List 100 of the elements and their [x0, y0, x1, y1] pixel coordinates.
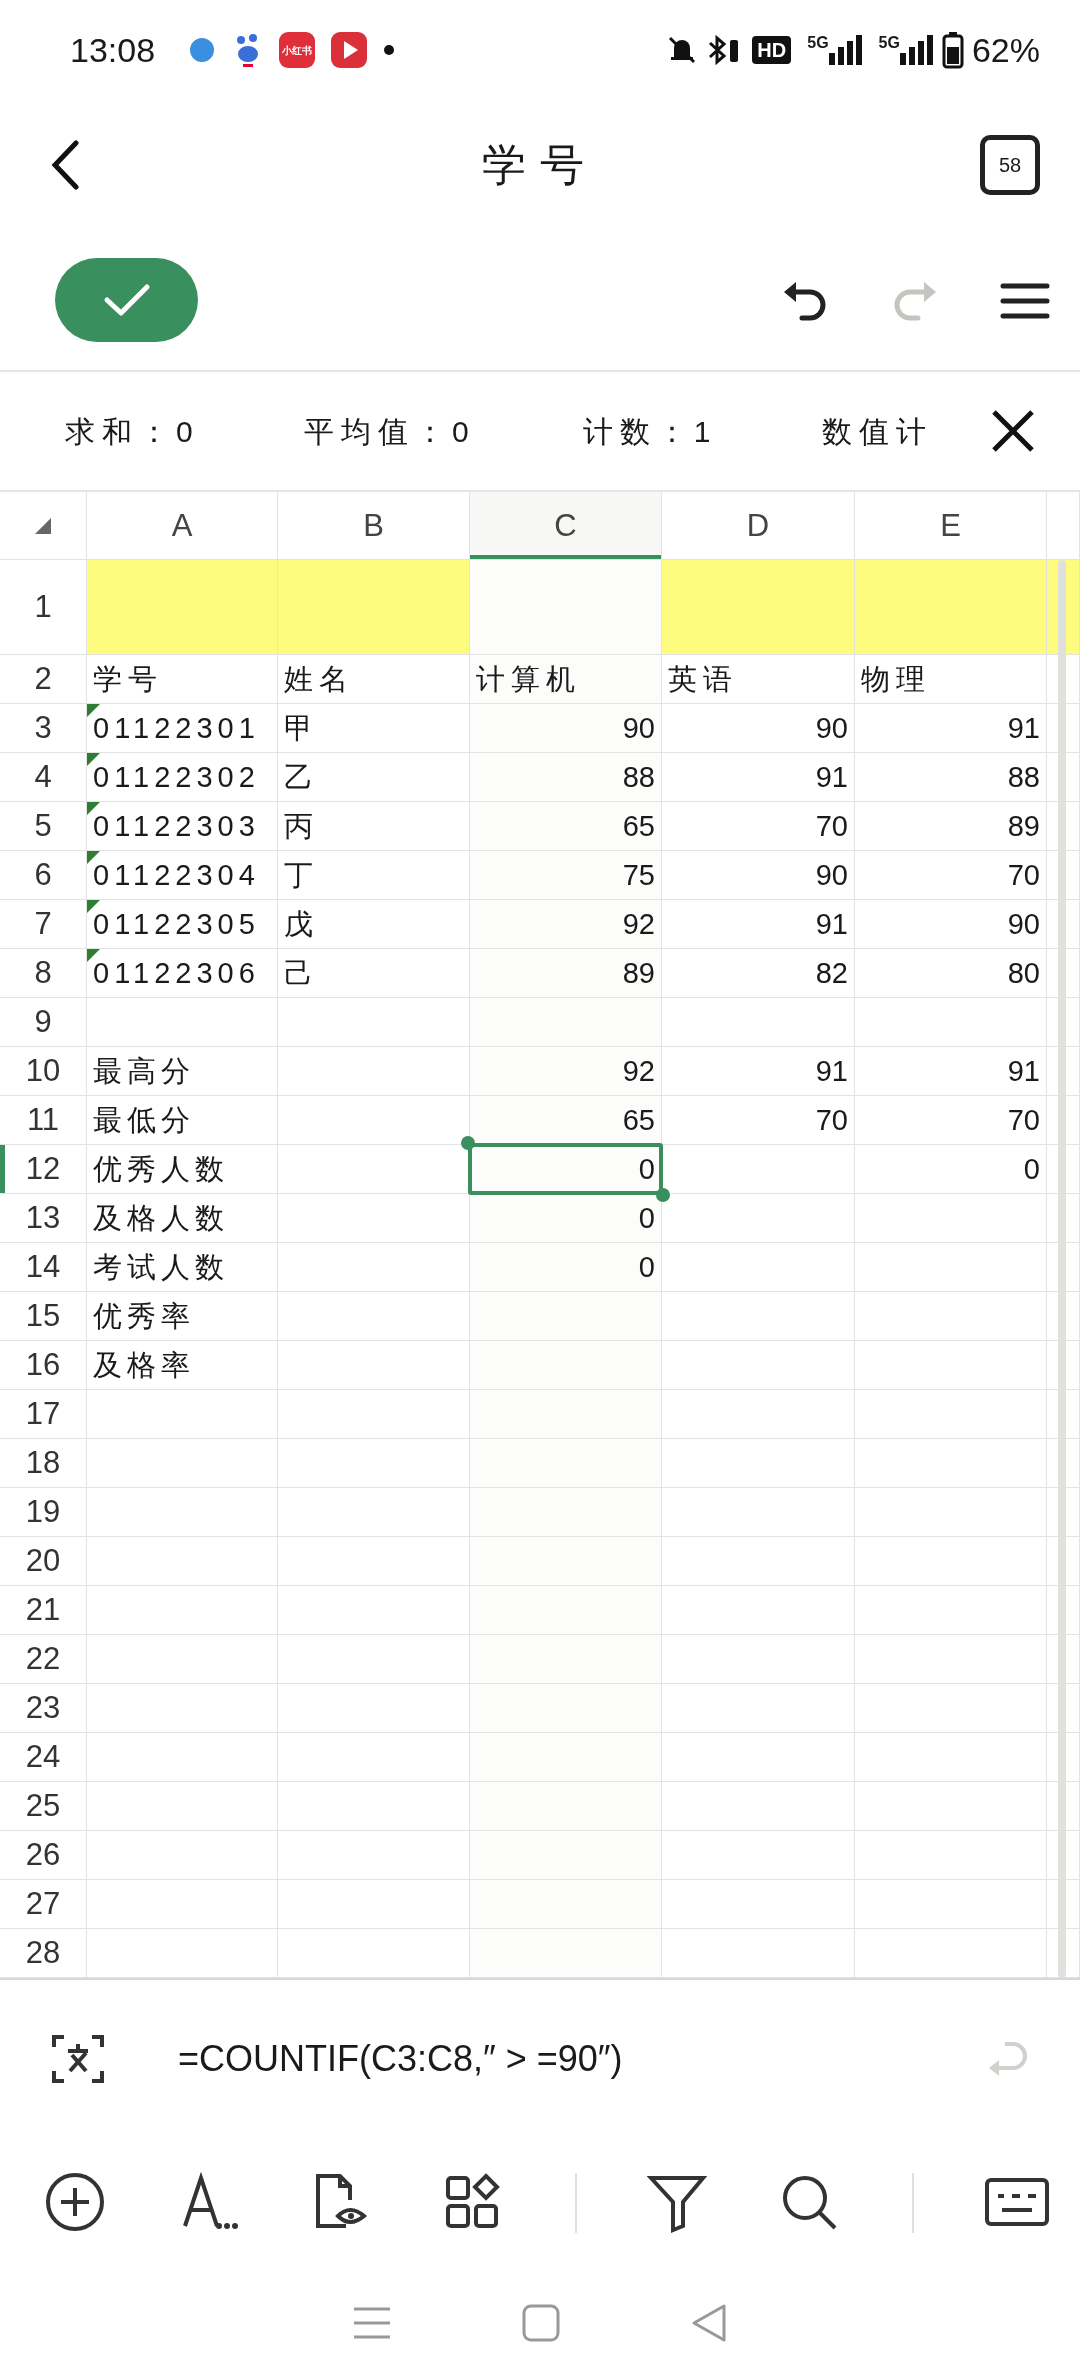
table-cell: 0	[470, 1243, 662, 1292]
row-header[interactable]: 5	[0, 802, 87, 851]
table-cell: 及格率	[87, 1341, 278, 1390]
home-icon[interactable]	[522, 2304, 560, 2342]
column-header[interactable]: B	[278, 492, 470, 560]
table-cell: 70	[662, 802, 855, 851]
back-nav-icon[interactable]	[690, 2303, 728, 2343]
summary-stat: 求和：0	[65, 413, 201, 450]
row-header[interactable]: 25	[0, 1782, 87, 1831]
table-cell: 0	[470, 1194, 662, 1243]
row-header[interactable]: 3	[0, 704, 87, 753]
table-cell: 0	[855, 1145, 1047, 1194]
recent-apps-icon[interactable]	[352, 2306, 392, 2340]
row-header[interactable]: 23	[0, 1684, 87, 1733]
row-header[interactable]: 8	[0, 949, 87, 998]
table-cell: 88	[470, 753, 662, 802]
table-cell: 65	[470, 1096, 662, 1145]
row-header[interactable]: 7	[0, 900, 87, 949]
row-header[interactable]: 28	[0, 1929, 87, 1978]
table-cell: 最高分	[87, 1047, 278, 1096]
scroll-bar[interactable]	[1058, 560, 1066, 1978]
table-cell: 01122302	[87, 753, 278, 802]
column-header[interactable]: A	[87, 492, 278, 560]
clock-time: 13:08	[70, 29, 156, 71]
summary-stat: 数值计	[821, 413, 934, 450]
row-header[interactable]: 13	[0, 1194, 87, 1243]
row-header[interactable]: 10	[0, 1047, 87, 1096]
row-header[interactable]: 18	[0, 1439, 87, 1488]
table-cell: 89	[855, 802, 1047, 851]
table-cell: 01122301	[87, 704, 278, 753]
table-cell: 70	[855, 1096, 1047, 1145]
table-cell: 92	[470, 900, 662, 949]
table-cell: 优秀率	[87, 1292, 278, 1341]
table-cell: 89	[470, 949, 662, 998]
table-cell: 及格人数	[87, 1194, 278, 1243]
table-cell: 70	[662, 1096, 855, 1145]
table-cell: 91	[662, 1047, 855, 1096]
column-header[interactable]: E	[855, 492, 1047, 560]
row-header[interactable]: 15	[0, 1292, 87, 1341]
signal-bars-icon	[828, 35, 863, 65]
row-header[interactable]: 24	[0, 1733, 87, 1782]
table-cell: 75	[470, 851, 662, 900]
table-cell: 88	[855, 753, 1047, 802]
table-cell: 学号	[87, 655, 278, 704]
table-cell: 91	[662, 900, 855, 949]
row-header[interactable]: 26	[0, 1831, 87, 1880]
table-cell: 90	[470, 704, 662, 753]
row-header[interactable]: 12	[0, 1145, 87, 1194]
table-cell: 82	[662, 949, 855, 998]
row-header[interactable]: 21	[0, 1586, 87, 1635]
selection-handle[interactable]	[461, 1136, 475, 1150]
table-cell: 91	[855, 704, 1047, 753]
table-cell: 91	[855, 1047, 1047, 1096]
hd-indicator: HD	[752, 36, 792, 64]
row-header[interactable]: 11	[0, 1096, 87, 1145]
table-cell: 90	[855, 900, 1047, 949]
signal-indicator: 5G	[807, 35, 863, 65]
table-cell: 90	[662, 851, 855, 900]
formula-field[interactable]: =COUNTIF(C3:C8,″ > =90″)	[178, 2032, 623, 2086]
table-cell: 01122306	[87, 949, 278, 998]
app-icon: 小红书	[279, 32, 316, 68]
row-header[interactable]: 9	[0, 998, 87, 1047]
row-header[interactable]: 17	[0, 1390, 87, 1439]
column-header[interactable]: D	[662, 492, 855, 560]
battery-icon	[941, 31, 964, 69]
row-header[interactable]: 6	[0, 851, 87, 900]
signal-indicator: 5G	[878, 35, 934, 65]
table-cell: 01122305	[87, 900, 278, 949]
selection-handle[interactable]	[656, 1188, 670, 1202]
row-header[interactable]: 4	[0, 753, 87, 802]
column-header[interactable]: C	[470, 492, 662, 560]
battery-level: 62%	[971, 29, 1040, 71]
signal-bars-icon	[899, 35, 934, 65]
table-cell: 物理	[855, 655, 1047, 704]
table-cell: 最低分	[87, 1096, 278, 1145]
table-cell: 英语	[662, 655, 855, 704]
sheet-count-button[interactable]: 58	[980, 135, 1040, 195]
back-button[interactable]	[50, 140, 80, 190]
document-title: 学号	[482, 139, 598, 191]
play-icon	[331, 32, 368, 68]
table-cell: 65	[470, 802, 662, 851]
row-header[interactable]: 2	[0, 655, 87, 704]
row-header[interactable]: 27	[0, 1880, 87, 1929]
summary-stat: 平均值：0	[303, 413, 477, 450]
insert-button[interactable]	[45, 2172, 107, 2234]
close-button[interactable]	[991, 409, 1035, 453]
row-header[interactable]: 20	[0, 1537, 87, 1586]
table-cell: 01122304	[87, 851, 278, 900]
row-header[interactable]: 19	[0, 1488, 87, 1537]
row-header[interactable]: 22	[0, 1635, 87, 1684]
bluetooth-icon	[706, 34, 741, 66]
table-cell: 01122303	[87, 802, 278, 851]
row-header[interactable]: 14	[0, 1243, 87, 1292]
table-cell: 91	[662, 753, 855, 802]
row-header[interactable]: 16	[0, 1341, 87, 1390]
summary-stat: 计数：1	[582, 413, 719, 450]
table-cell: 80	[855, 949, 1047, 998]
table-cell: 优秀人数	[87, 1145, 278, 1194]
table-cell: 考试人数	[87, 1243, 278, 1292]
table-cell: 70	[855, 851, 1047, 900]
